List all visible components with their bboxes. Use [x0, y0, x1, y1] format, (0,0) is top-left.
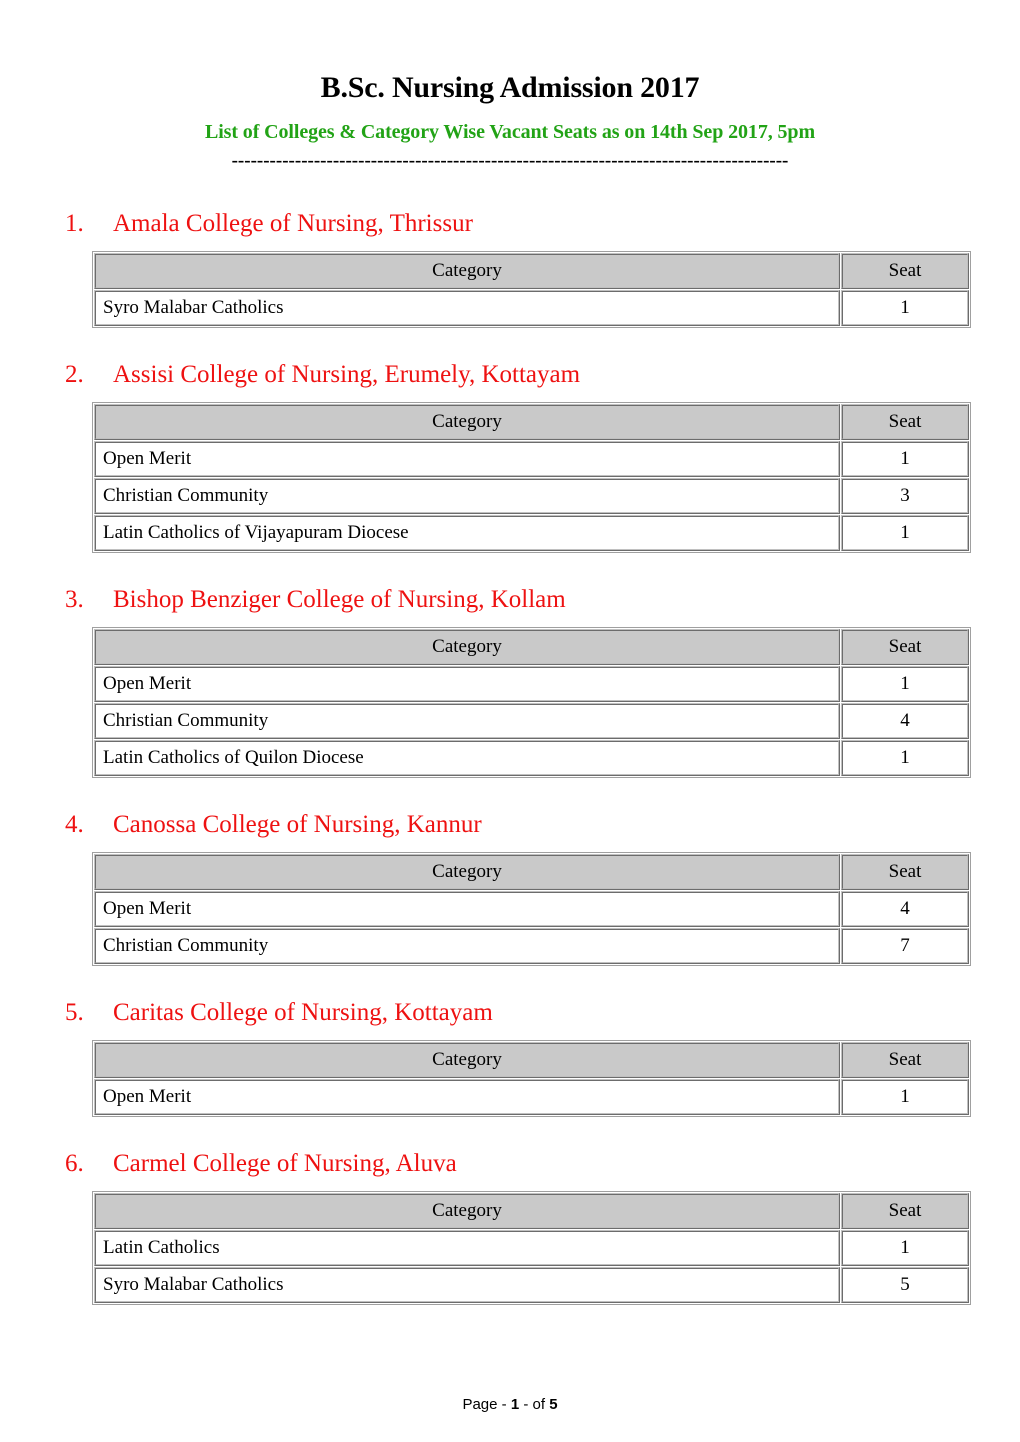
category-cell: Syro Malabar Catholics	[94, 1267, 840, 1303]
college-block: 4. Canossa College of Nursing, Kannur Cate…	[52, 778, 971, 966]
document-page: B.Sc. Nursing Admission 2017 List of Col…	[0, 0, 1020, 1442]
seat-cell: 1	[841, 1230, 969, 1266]
table-row: Latin Catholics 1	[94, 1230, 969, 1266]
table-header-row: Category Seat	[94, 629, 969, 665]
column-header-category: Category	[94, 1193, 840, 1229]
horizontal-separator: ----------------------------------------…	[231, 150, 789, 171]
college-block: 6. Carmel College of Nursing, Aluva Catego…	[52, 1117, 971, 1305]
column-header-category: Category	[94, 253, 840, 289]
category-cell: Latin Catholics of Vijayapuram Diocese	[94, 515, 840, 551]
table-header-row: Category Seat	[94, 854, 969, 890]
seat-cell: 1	[841, 740, 969, 776]
column-header-seat: Seat	[841, 629, 969, 665]
footer-current-page: 1	[510, 1396, 520, 1413]
page-subtitle: List of Colleges & Category Wise Vacant …	[204, 121, 816, 143]
college-name: Carmel College of Nursing, Aluva	[113, 1150, 457, 1177]
category-cell: Latin Catholics of Quilon Diocese	[94, 740, 840, 776]
seat-cell: 4	[841, 703, 969, 739]
college-heading: 6. Carmel College of Nursing, Aluva	[52, 1149, 968, 1179]
seat-cell: 5	[841, 1267, 969, 1303]
table-row: Syro Malabar Catholics 1	[94, 290, 969, 326]
seat-table: Category Seat Open Merit 1	[92, 1040, 971, 1117]
college-list: 1. Amala College of Nursing, Thrissur Cate…	[52, 171, 971, 1305]
seat-cell: 1	[841, 666, 969, 702]
table-row: Latin Catholics of Quilon Diocese 1	[94, 740, 969, 776]
college-heading: 5. Caritas College of Nursing, Kottayam	[52, 998, 968, 1028]
seat-table: Category Seat Open Merit 1 Christian Communi…	[92, 402, 971, 553]
college-number: 2.	[65, 361, 84, 388]
college-name: Assisi College of Nursing, Erumely, Kott…	[113, 361, 581, 388]
table-row: Christian Community 4	[94, 703, 969, 739]
column-header-category: Category	[94, 854, 840, 890]
college-block: 1. Amala College of Nursing, Thrissur Cate…	[52, 171, 971, 328]
footer-prefix: Page -	[462, 1396, 511, 1413]
column-header-category: Category	[94, 1042, 840, 1078]
table-row: Christian Community 3	[94, 478, 969, 514]
category-cell: Latin Catholics	[94, 1230, 840, 1266]
college-number: 1.	[65, 210, 84, 237]
college-block: 3. Bishop Benziger College of Nursing, Ko…	[52, 553, 971, 778]
seat-cell: 1	[841, 290, 969, 326]
table-row: Open Merit 1	[94, 1079, 969, 1115]
seat-table: Category Seat Syro Malabar Catholics 1	[92, 251, 971, 328]
category-cell: Syro Malabar Catholics	[94, 290, 840, 326]
page-title: B.Sc. Nursing Admission 2017	[320, 71, 700, 104]
seat-cell: 1	[841, 1079, 969, 1115]
table-row: Latin Catholics of Vijayapuram Diocese 1	[94, 515, 969, 551]
seat-cell: 1	[841, 515, 969, 551]
college-number: 6.	[65, 1150, 84, 1177]
category-cell: Christian Community	[94, 928, 840, 964]
college-number: 3.	[65, 586, 84, 613]
category-cell: Christian Community	[94, 478, 840, 514]
seat-cell: 4	[841, 891, 969, 927]
college-block: 5. Caritas College of Nursing, Kottayam Ca…	[52, 966, 971, 1117]
table-header-row: Category Seat	[94, 253, 969, 289]
column-header-seat: Seat	[841, 854, 969, 890]
footer-total-pages: 5	[549, 1396, 558, 1413]
college-heading: 3. Bishop Benziger College of Nursing, Ko…	[52, 585, 968, 615]
college-name: Caritas College of Nursing, Kottayam	[113, 999, 493, 1026]
college-heading: 2. Assisi College of Nursing, Erumely, Ko…	[52, 360, 968, 390]
table-header-row: Category Seat	[94, 1042, 969, 1078]
column-header-seat: Seat	[841, 1193, 969, 1229]
table-row: Christian Community 7	[94, 928, 969, 964]
seat-table: Category Seat Open Merit 4 Christian Communi…	[92, 852, 971, 966]
page-footer: Page - 1 - of 5	[0, 1396, 1020, 1414]
column-header-seat: Seat	[841, 1042, 969, 1078]
seat-cell: 7	[841, 928, 969, 964]
table-row: Open Merit 4	[94, 891, 969, 927]
college-name: Canossa College of Nursing, Kannur	[113, 811, 482, 838]
college-number: 5.	[65, 999, 84, 1026]
college-name: Bishop Benziger College of Nursing, Koll…	[113, 586, 566, 613]
category-cell: Christian Community	[94, 703, 840, 739]
seat-table: Category Seat Open Merit 1 Christian Communi…	[92, 627, 971, 778]
college-block: 2. Assisi College of Nursing, Erumely, Ko…	[52, 328, 971, 553]
seat-cell: 3	[841, 478, 969, 514]
column-header-category: Category	[94, 404, 840, 440]
column-header-seat: Seat	[841, 404, 969, 440]
college-heading: 1. Amala College of Nursing, Thrissur	[52, 209, 968, 239]
table-header-row: Category Seat	[94, 404, 969, 440]
college-heading: 4. Canossa College of Nursing, Kannur	[52, 810, 968, 840]
footer-middle: - of	[519, 1396, 550, 1413]
table-row: Syro Malabar Catholics 5	[94, 1267, 969, 1303]
column-header-category: Category	[94, 629, 840, 665]
category-cell: Open Merit	[94, 441, 840, 477]
college-number: 4.	[65, 811, 84, 838]
table-row: Open Merit 1	[94, 441, 969, 477]
seat-cell: 1	[841, 441, 969, 477]
category-cell: Open Merit	[94, 891, 840, 927]
seat-table: Category Seat Latin Catholics 1 Syro Malabar…	[92, 1191, 971, 1305]
category-cell: Open Merit	[94, 666, 840, 702]
category-cell: Open Merit	[94, 1079, 840, 1115]
college-name: Amala College of Nursing, Thrissur	[113, 210, 473, 237]
table-row: Open Merit 1	[94, 666, 969, 702]
table-header-row: Category Seat	[94, 1193, 969, 1229]
column-header-seat: Seat	[841, 253, 969, 289]
